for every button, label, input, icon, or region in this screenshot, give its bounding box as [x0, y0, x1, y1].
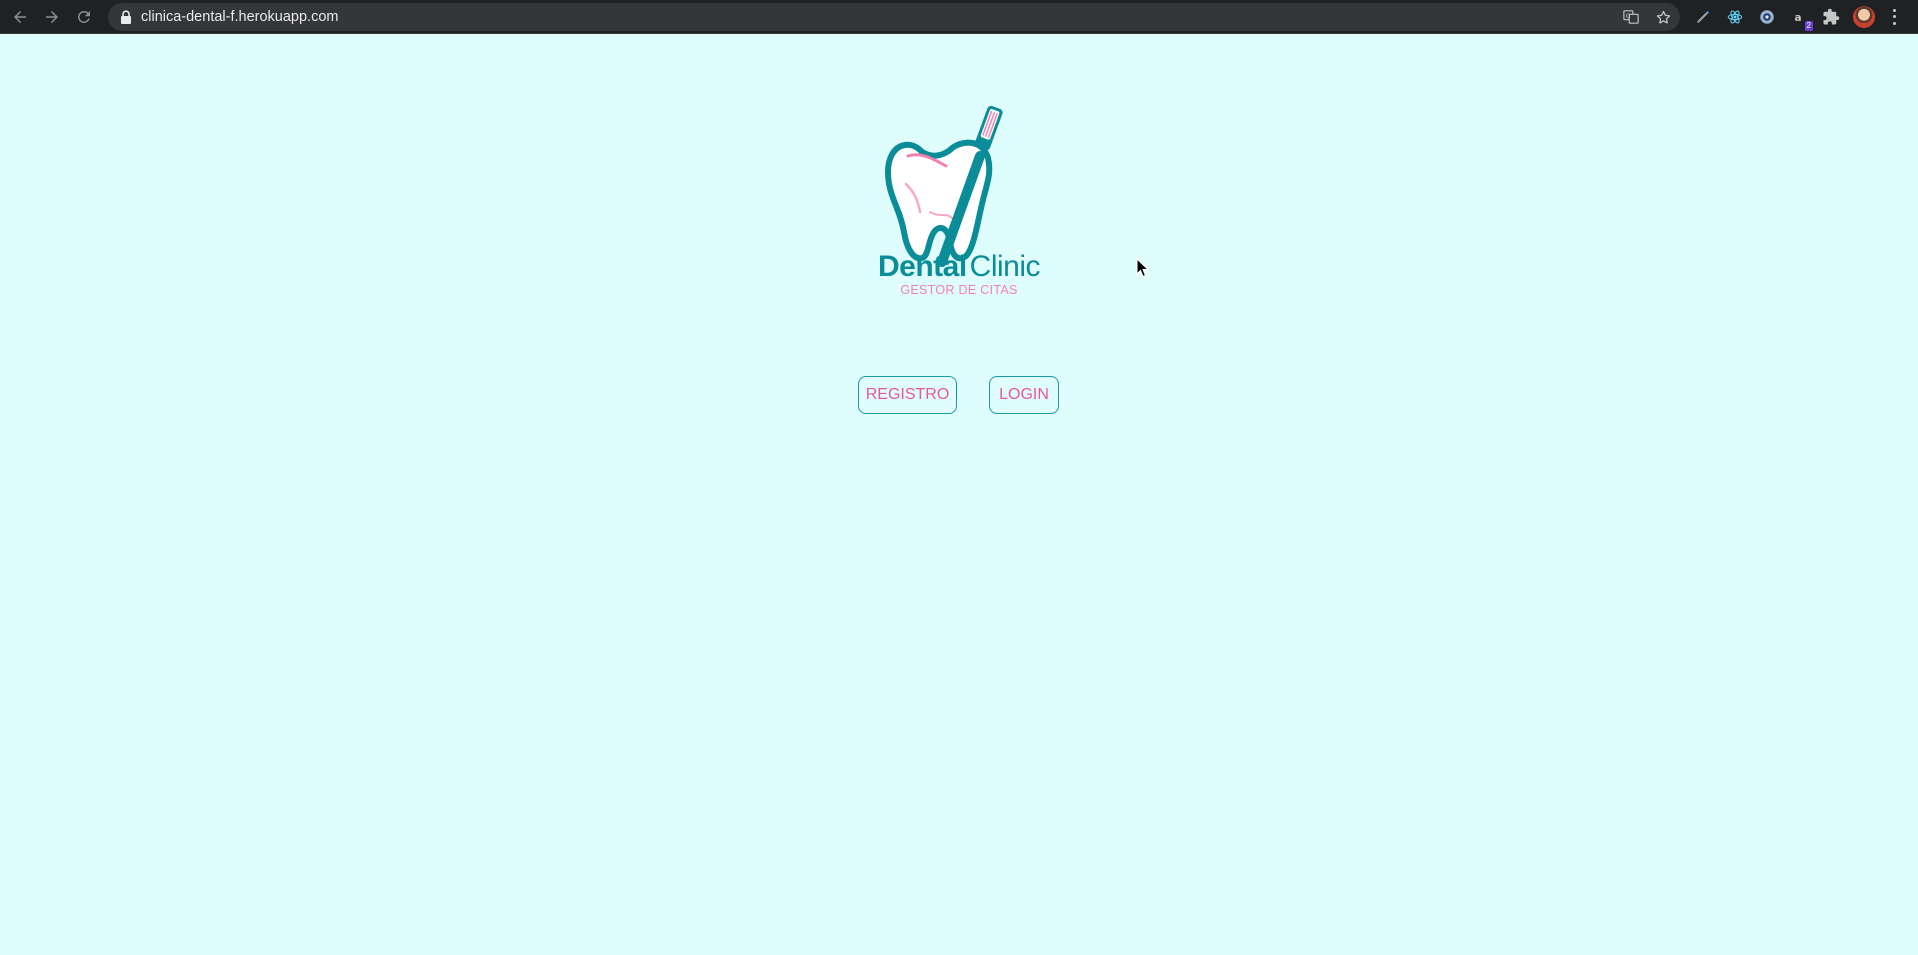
- circle-extension-button[interactable]: [1756, 6, 1778, 28]
- svg-text:G: G: [1626, 13, 1631, 20]
- svg-text:a: a: [1795, 12, 1802, 24]
- address-bar[interactable]: clinica-dental-f.herokuapp.com G: [108, 3, 1680, 31]
- extensions-menu-button[interactable]: [1820, 6, 1842, 28]
- arrow-right-icon: [46, 11, 58, 23]
- react-devtools-button[interactable]: [1724, 6, 1746, 28]
- react-devtools-icon: [1727, 10, 1743, 24]
- arrow-left-icon: [14, 11, 26, 23]
- pen-extension-icon: [1697, 11, 1709, 23]
- lock-icon: [121, 10, 131, 24]
- brand-name-light: Clinic: [969, 250, 1041, 283]
- url-text[interactable]: clinica-dental-f.herokuapp.com: [141, 9, 338, 25]
- star-icon: [1656, 10, 1670, 24]
- kebab-menu-icon[interactable]: [1890, 7, 1898, 27]
- login-button[interactable]: LOGIN: [989, 376, 1059, 414]
- brand-name: Dental Clinic: [800, 250, 1118, 284]
- back-button[interactable]: [8, 5, 32, 29]
- pen-extension-button[interactable]: [1692, 6, 1714, 28]
- mouse-cursor-icon: [1136, 258, 1150, 278]
- brand-name-bold: Dental: [877, 250, 967, 283]
- brand-tagline: GESTOR DE CITAS: [900, 283, 1018, 297]
- reload-button[interactable]: [72, 5, 96, 29]
- forward-button[interactable]: [40, 5, 64, 29]
- amazon-extension-button[interactable]: a 2: [1788, 6, 1813, 31]
- translate-icon: G: [1623, 10, 1639, 24]
- translate-button[interactable]: G: [1622, 8, 1640, 26]
- puzzle-icon: [1823, 8, 1840, 25]
- browser-toolbar: clinica-dental-f.herokuapp.com G a 2: [0, 0, 1918, 34]
- reload-icon: [77, 10, 90, 23]
- bookmark-button[interactable]: [1654, 8, 1672, 26]
- extension-badge: 2: [1804, 21, 1813, 31]
- circle-extension-icon: [1760, 10, 1774, 24]
- avatar[interactable]: [1853, 6, 1875, 28]
- register-button[interactable]: REGISTRO: [858, 376, 957, 414]
